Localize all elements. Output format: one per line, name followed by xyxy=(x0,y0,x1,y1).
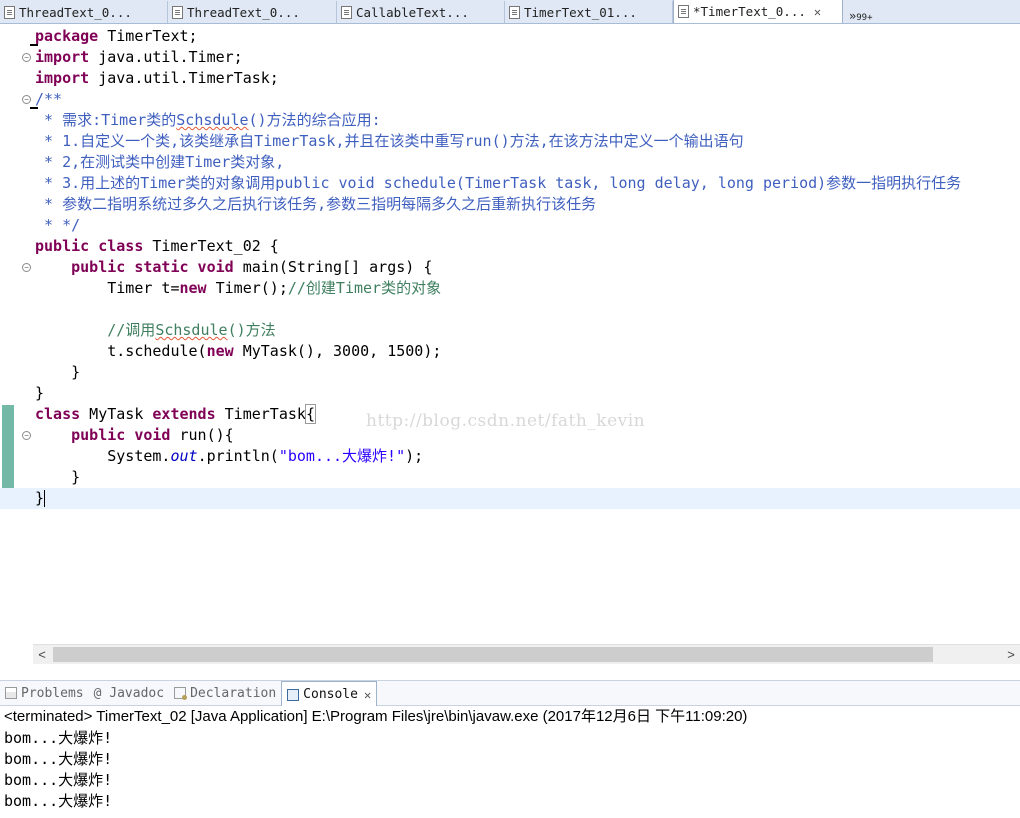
bottom-panel-tabs: Problems @ Javadoc Declaration Console ✕ xyxy=(0,680,1020,707)
current-code-line: } xyxy=(0,488,1020,509)
code-line: } xyxy=(35,363,81,381)
code-line: * 3.用上述的Timer类的对象调用public void schedule(… xyxy=(35,174,962,192)
console-output-line: bom...大爆炸! xyxy=(4,750,113,768)
tab-label: TimerText_01... xyxy=(524,4,637,20)
editor-tab-bar: ThreadText_0... ThreadText_0... Callable… xyxy=(0,0,1020,24)
text-caret xyxy=(44,490,46,507)
code-line: * */ xyxy=(35,216,81,234)
java-file-icon xyxy=(341,5,352,19)
tab-javadoc[interactable]: @ Javadoc xyxy=(89,681,169,705)
console-output-line: bom...大爆炸! xyxy=(4,729,113,747)
code-line: package TimerText; xyxy=(35,27,198,45)
code-editor[interactable]: − − − − package TimerText; import java.u… xyxy=(0,24,1020,644)
java-file-icon xyxy=(678,5,689,18)
code-line: System.out.println("bom...大爆炸!"); xyxy=(107,447,424,465)
tab-threadtext-1[interactable]: ThreadText_0... xyxy=(0,1,168,23)
tab-declaration[interactable]: Declaration xyxy=(169,681,281,705)
code-line: * 需求:Timer类的Schsdule()方法的综合应用: xyxy=(35,111,381,129)
code-line: * 2,在测试类中创建Timer类对象, xyxy=(35,153,285,171)
console-terminated-status: <terminated> TimerText_02 [Java Applicat… xyxy=(4,708,748,725)
annotation-ruler xyxy=(16,24,38,644)
java-file-icon xyxy=(509,5,520,19)
tab-label: Console xyxy=(303,687,358,702)
tab-threadtext-2[interactable]: ThreadText_0... xyxy=(168,1,337,23)
code-line: import java.util.Timer; xyxy=(35,48,243,66)
tab-timertext-02-active[interactable]: *TimerText_0... ✕ xyxy=(673,0,843,23)
tab-console[interactable]: Console ✕ xyxy=(281,681,378,707)
tab-label: *TimerText_0... xyxy=(693,4,806,19)
tab-label: ThreadText_0... xyxy=(19,4,132,20)
tab-problems[interactable]: Problems xyxy=(0,681,89,705)
tab-label: ThreadText_0... xyxy=(187,4,300,20)
console-output-line: bom...大爆炸! xyxy=(4,771,113,789)
fold-collapse-icon[interactable]: − xyxy=(22,53,31,62)
fold-collapse-icon[interactable]: − xyxy=(22,263,31,272)
code-line: //调用Schsdule()方法 xyxy=(107,321,276,339)
fold-collapse-icon[interactable]: − xyxy=(22,95,31,104)
matched-bracket: { xyxy=(304,404,316,424)
code-area[interactable]: package TimerText; import java.util.Time… xyxy=(0,26,1020,509)
java-file-icon xyxy=(4,5,15,19)
overview-ruler xyxy=(0,24,17,644)
code-line: public static void main(String[] args) { xyxy=(71,258,433,276)
code-line: public class TimerText_02 { xyxy=(35,237,279,255)
console-icon xyxy=(287,688,300,701)
scroll-left-button[interactable]: < xyxy=(33,645,51,664)
horizontal-scrollbar[interactable]: < > xyxy=(33,644,1020,664)
tab-timertext-01[interactable]: TimerText_01... xyxy=(505,1,673,23)
declaration-icon xyxy=(174,687,188,700)
overflow-count: 99+ xyxy=(856,13,873,23)
code-line: } xyxy=(35,384,45,402)
close-tab-icon[interactable]: ✕ xyxy=(814,5,821,19)
tab-label: CallableText... xyxy=(356,4,469,20)
code-line: import java.util.TimerTask; xyxy=(35,69,279,87)
tab-overflow-button[interactable]: »99+ xyxy=(843,9,873,23)
code-line: t.schedule(new MyTask(), 3000, 1500); xyxy=(107,342,442,360)
tab-label: Declaration xyxy=(190,685,277,701)
problems-icon xyxy=(5,687,17,699)
console-output-line: bom...大爆炸! xyxy=(4,792,113,810)
watermark-text: http://blog.csdn.net/fath_kevin xyxy=(366,411,646,431)
tab-label: @ Javadoc xyxy=(93,685,165,701)
code-line: * 参数二指明系统过多久之后执行该任务,参数三指明每隔多久之后重新执行该任务 xyxy=(35,195,597,213)
scrollbar-thumb[interactable] xyxy=(53,647,933,662)
tab-label: Problems xyxy=(21,685,84,701)
fold-collapse-icon[interactable]: − xyxy=(22,431,31,440)
code-line: } xyxy=(35,468,81,486)
java-file-icon xyxy=(172,5,183,19)
code-line: * 1.自定义一个类,该类继承自TimerTask,并且在该类中重写run()方… xyxy=(35,132,744,150)
close-tab-icon[interactable]: ✕ xyxy=(364,688,371,702)
code-line: /** xyxy=(35,90,63,108)
tab-callabletext[interactable]: CallableText... xyxy=(337,1,505,23)
console-view[interactable]: <terminated> TimerText_02 [Java Applicat… xyxy=(0,706,1020,818)
scroll-right-button[interactable]: > xyxy=(1002,645,1020,664)
code-line: Timer t=new Timer();//创建Timer类的对象 xyxy=(107,279,442,297)
